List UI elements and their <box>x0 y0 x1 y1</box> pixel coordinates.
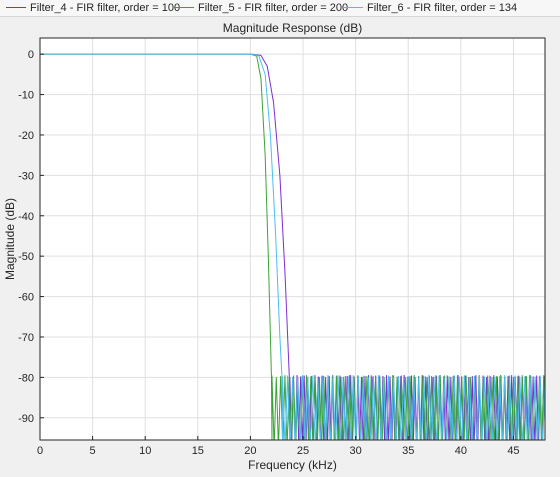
y-tick-label: -50 <box>18 251 34 263</box>
x-tick-label: 40 <box>455 445 467 457</box>
x-tick-label: 30 <box>350 445 362 457</box>
x-tick-label: 20 <box>244 445 256 457</box>
y-tick-label: -90 <box>18 413 34 425</box>
y-tick-label: 0 <box>28 49 34 61</box>
y-tick-label: -80 <box>18 372 34 384</box>
y-tick-label: -70 <box>18 332 34 344</box>
x-tick-label: 5 <box>90 445 96 457</box>
x-tick-label: 35 <box>402 445 414 457</box>
x-tick-label: 0 <box>37 445 43 457</box>
x-tick-label: 45 <box>507 445 519 457</box>
x-axis-label: Frequency (kHz) <box>248 458 337 472</box>
y-tick-label: -60 <box>18 292 34 304</box>
y-tick-label: -40 <box>18 211 34 223</box>
y-axis-label: Magnitude (dB) <box>3 198 17 280</box>
filter-visualizer-window: Filter_4 - FIR filter, order = 100 Filte… <box>0 0 560 477</box>
x-tick-label: 15 <box>192 445 204 457</box>
chart-title: Magnitude Response (dB) <box>223 21 362 35</box>
x-tick-label: 25 <box>297 445 309 457</box>
x-tick-label: 10 <box>139 445 151 457</box>
y-tick-label: -10 <box>18 90 34 102</box>
magnitude-response-plot[interactable]: 0 5 10 15 20 25 30 35 40 45 0 -10 -20 -30 -40 -50 -60 -70… <box>0 0 560 477</box>
y-tick-label: -20 <box>18 130 34 142</box>
y-tick-label: -30 <box>18 170 34 182</box>
